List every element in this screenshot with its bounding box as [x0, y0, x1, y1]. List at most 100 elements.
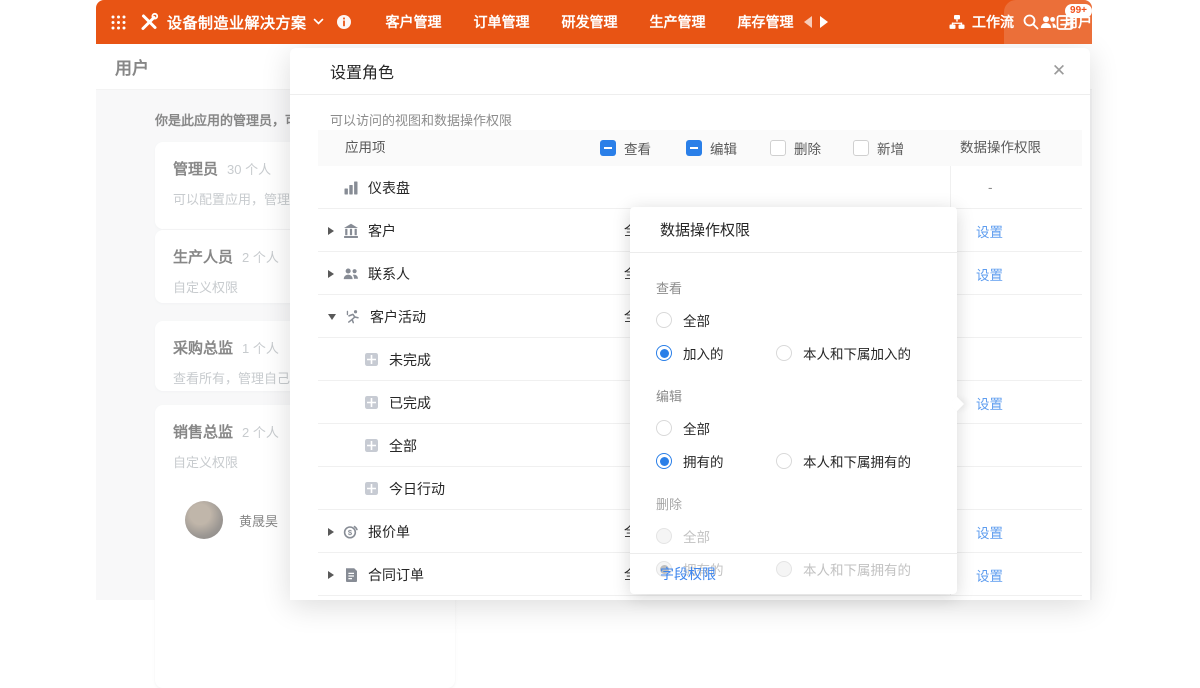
radio-icon[interactable]: [656, 345, 672, 361]
radio-option: 全部: [656, 526, 776, 546]
option-label: 加入的: [683, 343, 724, 363]
radio-icon[interactable]: [776, 453, 792, 469]
data-permission-cell: 设置: [950, 252, 1082, 295]
contacts-icon: [343, 266, 359, 282]
data-permission-cell: 设置: [950, 553, 1082, 596]
data-permission-cell: [950, 338, 1082, 381]
close-icon[interactable]: ✕: [1048, 60, 1070, 82]
column-checkbox[interactable]: [770, 140, 786, 156]
chevron-down-icon[interactable]: [313, 18, 324, 26]
notification-badge[interactable]: 99+: [1065, 4, 1092, 18]
radio-option[interactable]: 全部: [656, 418, 776, 438]
caret-right-icon[interactable]: [328, 227, 334, 235]
popover-section: 编辑 全部 拥有的 本人和下属拥有的: [656, 386, 931, 471]
tools-icon: [139, 12, 159, 32]
data-permission-cell: -: [950, 166, 1082, 209]
row-name: 客户: [328, 209, 396, 252]
row-label: 今日行动: [389, 479, 445, 499]
caret-right-icon[interactable]: [820, 16, 828, 28]
set-link[interactable]: 设置: [976, 522, 1003, 542]
set-link[interactable]: 设置: [976, 565, 1003, 585]
topbar: 设备制造业解决方案 客户管理 订单管理 研发管理 生产管理 库存管理: [96, 0, 1092, 44]
row-name: 客户活动: [328, 295, 426, 338]
view-icon: [364, 481, 380, 497]
data-permission-cell: [950, 424, 1082, 467]
search-icon[interactable]: [1022, 13, 1040, 31]
view-icon: [364, 395, 380, 411]
caret-right-icon[interactable]: [328, 571, 334, 579]
section-label: 编辑: [656, 386, 931, 405]
popover-section: 查看 全部 加入的 本人和下属加入的: [656, 278, 931, 363]
set-link[interactable]: 设置: [976, 264, 1003, 284]
popover-footer: 字段权限: [630, 553, 957, 594]
radio-icon: [656, 528, 672, 544]
column-checkbox[interactable]: [853, 140, 869, 156]
column-checkbox[interactable]: [600, 140, 616, 156]
set-link[interactable]: 设置: [976, 221, 1003, 241]
popover-title: 数据操作权限: [660, 219, 750, 240]
dashboard-icon: [343, 180, 359, 196]
data-permission-popover: 数据操作权限 查看 全部 加入的 本人和下属加入的编辑 全部 拥有的 本人和下属…: [630, 207, 957, 594]
field-permission-link[interactable]: 字段权限: [660, 564, 716, 584]
option-row: 加入的 本人和下属加入的: [656, 343, 931, 363]
svg-text:$: $: [348, 528, 353, 537]
row-label: 联系人: [368, 264, 410, 284]
option-label: 全部: [683, 526, 710, 546]
data-permission-cell: 设置: [950, 209, 1082, 252]
perm-column-编辑: 编辑: [686, 130, 737, 166]
radio-option[interactable]: 加入的: [656, 343, 776, 363]
column-data-permission: 数据操作权限: [960, 130, 1041, 166]
option-label: 本人和下属加入的: [803, 343, 911, 363]
row-name: 仪表盘: [328, 166, 410, 209]
row-name: 未完成: [364, 338, 431, 381]
radio-icon[interactable]: [776, 345, 792, 361]
modal-header: 设置角色 ✕: [290, 48, 1090, 95]
radio-icon[interactable]: [656, 453, 672, 469]
app-window: 设备制造业解决方案 客户管理 订单管理 研发管理 生产管理 库存管理: [96, 0, 1092, 600]
topbar-nav-item[interactable]: 库存管理: [738, 12, 794, 32]
column-app: 应用项: [345, 130, 386, 166]
row-label: 全部: [389, 436, 417, 456]
topbar-nav-item[interactable]: 订单管理: [474, 12, 530, 32]
radio-icon[interactable]: [656, 420, 672, 436]
option-row: 全部: [656, 310, 931, 330]
radio-icon[interactable]: [656, 312, 672, 328]
caret-down-icon[interactable]: [328, 314, 336, 320]
table-header: 应用项 查看 编辑 删除 新增 数据操作权限: [318, 130, 1082, 166]
row-name: 合同订单: [328, 553, 424, 596]
topbar-nav-item[interactable]: 研发管理: [562, 12, 618, 32]
radio-option[interactable]: 本人和下属拥有的: [776, 451, 931, 471]
notifications-wrap: 99+: [1056, 14, 1074, 31]
popover-header: 数据操作权限: [630, 207, 957, 253]
info-icon[interactable]: [336, 14, 352, 30]
row-name: 全部: [364, 424, 417, 467]
radio-option[interactable]: 本人和下属加入的: [776, 343, 931, 363]
radio-option[interactable]: 拥有的: [656, 451, 776, 471]
quote-icon: $: [343, 524, 359, 540]
row-label: 报价单: [368, 522, 410, 542]
set-link[interactable]: 设置: [976, 393, 1003, 413]
activity-icon: [345, 309, 361, 325]
column-label: 删除: [794, 138, 821, 158]
section-label: 删除: [656, 494, 931, 513]
topbar-nav: 客户管理 订单管理 研发管理 生产管理 库存管理: [386, 12, 794, 32]
caret-left-icon[interactable]: [804, 16, 812, 28]
app-title[interactable]: 设备制造业解决方案: [167, 12, 307, 33]
app-grid-icon[interactable]: [110, 14, 127, 31]
caret-right-icon[interactable]: [328, 528, 334, 536]
popover-body: 查看 全部 加入的 本人和下属加入的编辑 全部 拥有的 本人和下属拥有的删除 全…: [630, 253, 957, 579]
topbar-nav-item[interactable]: 生产管理: [650, 12, 706, 32]
topbar-nav-item[interactable]: 客户管理: [386, 12, 442, 32]
row-name: $ 报价单: [328, 510, 410, 553]
row-label: 已完成: [389, 393, 431, 413]
caret-right-icon[interactable]: [328, 270, 334, 278]
modal-title: 设置角色: [330, 59, 394, 83]
row-label: 客户: [368, 221, 396, 241]
option-row: 全部: [656, 418, 931, 438]
column-checkbox[interactable]: [686, 140, 702, 156]
perm-column-新增: 新增: [853, 130, 904, 166]
radio-option[interactable]: 全部: [656, 310, 776, 330]
column-label: 查看: [624, 138, 651, 158]
workflow-icon: [949, 14, 965, 30]
row-label: 合同订单: [368, 565, 424, 585]
